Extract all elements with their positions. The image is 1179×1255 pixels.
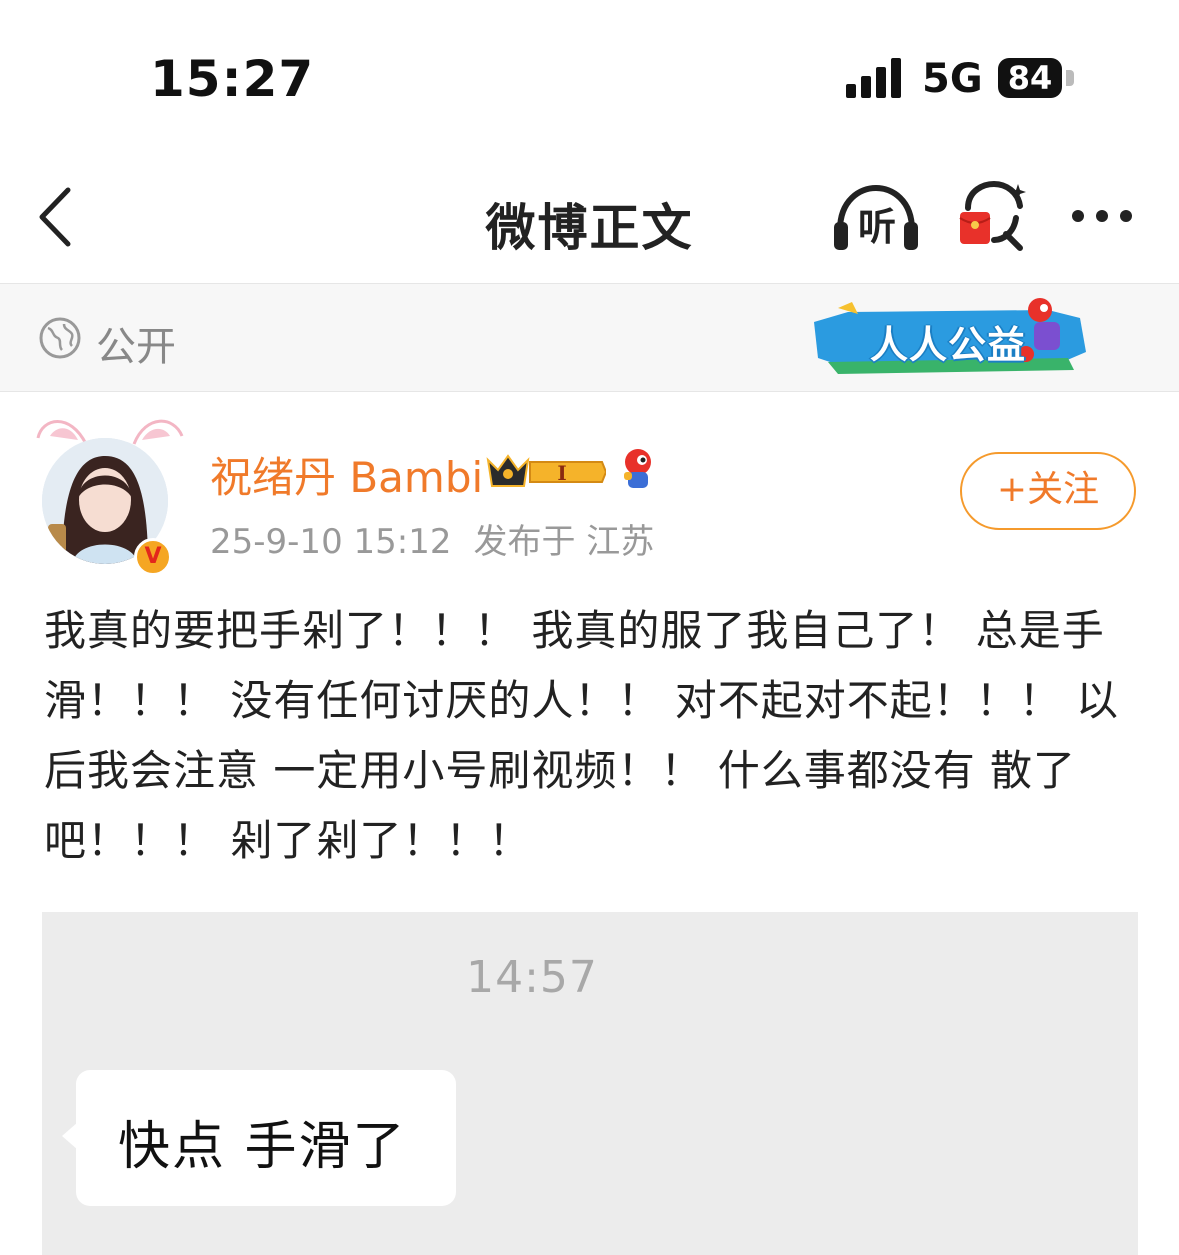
- post-location: 发布于 江苏: [473, 522, 655, 562]
- weibo-post-page: 15:27 5G 84 微博正文 听 公开 人人公益 V 祝绪丹 Bambi I…: [0, 0, 1179, 1255]
- more-dot-icon: [1072, 210, 1084, 222]
- author-name[interactable]: 祝绪丹 Bambi: [210, 444, 483, 505]
- listen-button[interactable]: 听: [830, 182, 922, 252]
- globe-icon: [39, 317, 81, 359]
- status-bar: 15:27 5G 84: [0, 0, 1179, 150]
- vip-crown-icon: I: [486, 454, 606, 487]
- charity-banner[interactable]: 人人公益: [808, 292, 1098, 384]
- follow-button[interactable]: +关注: [960, 452, 1136, 530]
- post-image[interactable]: 14:57 快点 手滑了: [42, 912, 1138, 1255]
- post-meta: 25-9-10 15:12 发布于 江苏: [210, 514, 654, 563]
- post-header: V 祝绪丹 Bambi I 25-9-10 15:12 发布于 江苏 +关注: [0, 392, 1179, 582]
- vip-level-text: I: [557, 461, 566, 485]
- signal-icon: [846, 58, 901, 98]
- verified-badge: V: [134, 538, 172, 576]
- post-date: 25-9-10 15:12: [210, 522, 452, 562]
- more-dot-icon: [1096, 210, 1108, 222]
- redpacket-search-button[interactable]: [954, 180, 1034, 252]
- more-options-button[interactable]: [1066, 198, 1140, 234]
- charity-banner-text: 人人公益: [870, 323, 1027, 367]
- visibility-bar: 公开 人人公益: [0, 284, 1179, 392]
- visibility-label: 公开: [96, 324, 176, 370]
- chat-bubble: 快点 手滑了: [62, 1070, 456, 1206]
- network-type: 5G: [922, 56, 983, 102]
- redpacket-search-icon: [959, 180, 1026, 251]
- nav-bar: 微博正文 听: [0, 150, 1179, 284]
- battery-tip: [1066, 70, 1074, 86]
- mascot-icon: [624, 449, 651, 488]
- chat-message: 快点 手滑了: [118, 1117, 407, 1177]
- chat-timestamp: 14:57: [466, 952, 598, 1003]
- battery-level: 84: [1007, 59, 1053, 97]
- listen-label: 听: [857, 205, 896, 249]
- post-text: 我真的要把手剁了！！！ 我真的服了我自己了！ 总是手滑！！！ 没有任何讨厌的人！…: [44, 606, 1120, 865]
- more-dot-icon: [1120, 210, 1132, 222]
- status-time: 15:27: [150, 50, 315, 108]
- battery-icon: 84: [998, 58, 1062, 98]
- author-avatar[interactable]: V: [30, 408, 190, 576]
